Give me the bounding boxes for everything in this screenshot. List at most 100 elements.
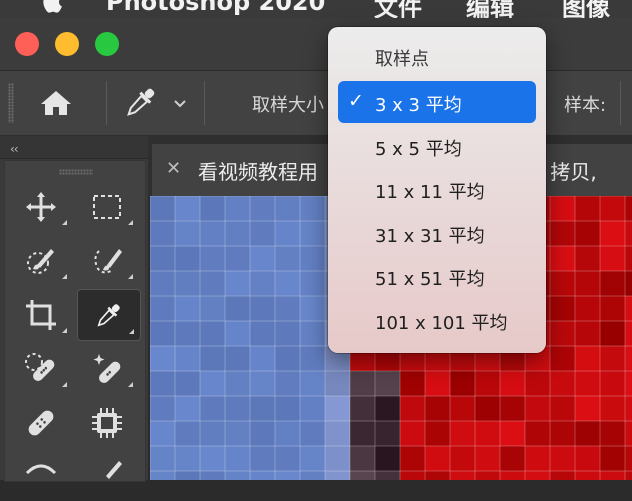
canvas-pixel <box>200 196 225 221</box>
sample-label: 样本: <box>564 95 607 116</box>
canvas-pixel <box>275 321 300 346</box>
canvas-pixel <box>250 446 275 471</box>
canvas-pixel <box>250 421 275 446</box>
menu-item-3x3[interactable]: ✓ 3 x 3 平均 <box>338 81 536 123</box>
canvas-pixel <box>450 471 475 480</box>
canvas-pixel <box>250 196 275 221</box>
menu-item-label: 5 x 5 平均 <box>375 139 462 160</box>
tools-panel: ‹‹ <box>0 136 148 482</box>
canvas-pixel <box>450 446 475 471</box>
eyedropper-icon[interactable] <box>118 83 162 123</box>
canvas-pixel <box>200 221 225 246</box>
patch-tool[interactable] <box>77 397 139 447</box>
menu-item-11x11[interactable]: 11 x 11 平均 <box>338 168 536 210</box>
quick-selection-tool[interactable] <box>11 235 73 285</box>
canvas-pixel <box>600 271 625 296</box>
canvas-pixel <box>550 421 575 446</box>
red-eye-tool[interactable] <box>11 451 73 501</box>
object-selection-tool[interactable] <box>77 235 139 285</box>
checkmark-icon: ✓ <box>348 90 364 112</box>
canvas-pixel <box>475 396 500 421</box>
apple-icon[interactable] <box>40 0 68 14</box>
move-tool[interactable] <box>11 181 73 231</box>
canvas-pixel <box>625 371 632 396</box>
remove-tool[interactable] <box>77 343 139 393</box>
menu-item-label: 31 x 31 平均 <box>375 226 485 247</box>
canvas-pixel <box>525 471 550 480</box>
canvas-pixel <box>575 196 600 221</box>
canvas-pixel <box>625 446 632 471</box>
canvas-pixel <box>600 421 625 446</box>
toolbar-grip[interactable] <box>59 169 93 175</box>
canvas-pixel <box>200 421 225 446</box>
menu-item-label: 101 x 101 平均 <box>375 313 508 334</box>
red-eye-icon <box>25 464 57 475</box>
canvas-pixel <box>200 371 225 396</box>
select-subject-icon <box>94 249 122 274</box>
brush-tool[interactable] <box>77 451 139 501</box>
home-icon[interactable] <box>36 85 76 121</box>
canvas-pixel <box>275 196 300 221</box>
menu-item-31x31[interactable]: 31 x 31 平均 <box>338 212 536 254</box>
divider <box>204 81 205 125</box>
canvas-pixel <box>175 296 200 321</box>
canvas-pixel <box>325 421 350 446</box>
canvas-pixel <box>575 271 600 296</box>
menu-item-label: 3 x 3 平均 <box>375 95 462 116</box>
canvas-pixel <box>625 196 632 221</box>
healing-brush-tool[interactable] <box>11 397 73 447</box>
canvas-pixel <box>150 421 175 446</box>
canvas-pixel <box>475 471 500 480</box>
canvas-pixel <box>175 321 200 346</box>
canvas-pixel <box>275 271 300 296</box>
canvas-pixel <box>600 196 625 221</box>
close-icon[interactable]: ✕ <box>166 158 181 179</box>
canvas-pixel <box>175 271 200 296</box>
canvas-pixel <box>275 371 300 396</box>
menu-file[interactable]: 文件 <box>374 0 422 18</box>
canvas-pixel <box>300 346 325 371</box>
close-window-button[interactable] <box>15 32 39 56</box>
canvas-pixel <box>150 321 175 346</box>
canvas-pixel <box>325 471 350 480</box>
canvas-pixel <box>625 296 632 321</box>
canvas-pixel <box>150 471 175 480</box>
minimize-window-button[interactable] <box>55 32 79 56</box>
canvas-pixel <box>325 446 350 471</box>
canvas-pixel <box>250 371 275 396</box>
options-bar-grip[interactable] <box>8 83 14 123</box>
canvas-pixel <box>400 371 425 396</box>
spot-healing-tool[interactable] <box>11 343 73 393</box>
zoom-window-button[interactable] <box>95 32 119 56</box>
menu-edit[interactable]: 编辑 <box>466 0 514 18</box>
canvas-pixel <box>600 221 625 246</box>
canvas-pixel <box>300 371 325 396</box>
canvas-pixel <box>550 396 575 421</box>
toolbar <box>4 160 146 482</box>
menu-item-101x101[interactable]: 101 x 101 平均 <box>338 299 536 341</box>
canvas-pixel <box>500 471 525 480</box>
canvas-pixel <box>225 246 250 271</box>
eyedropper-tool[interactable] <box>77 289 141 341</box>
menu-item-51x51[interactable]: 51 x 51 平均 <box>338 255 536 297</box>
menu-item-label: 11 x 11 平均 <box>375 182 485 203</box>
canvas-pixel <box>625 396 632 421</box>
collapse-icon[interactable]: ‹‹ <box>10 142 19 156</box>
canvas-pixel <box>175 246 200 271</box>
canvas-pixel <box>500 371 525 396</box>
canvas-pixel <box>225 421 250 446</box>
canvas-pixel <box>250 346 275 371</box>
canvas-pixel <box>225 196 250 221</box>
crop-tool[interactable] <box>11 289 73 339</box>
menu-image[interactable]: 图像 <box>562 0 610 18</box>
canvas-pixel <box>300 421 325 446</box>
canvas-pixel <box>525 446 550 471</box>
chevron-down-icon[interactable] <box>170 93 190 113</box>
menu-item-label: 51 x 51 平均 <box>375 269 485 290</box>
marquee-tool[interactable] <box>77 181 139 231</box>
menu-item-5x5[interactable]: 5 x 5 平均 <box>338 125 536 167</box>
app-menu[interactable]: Photoshop 2020 <box>106 0 325 16</box>
canvas-pixel <box>150 271 175 296</box>
canvas-pixel <box>375 471 400 480</box>
canvas-pixel <box>550 371 575 396</box>
